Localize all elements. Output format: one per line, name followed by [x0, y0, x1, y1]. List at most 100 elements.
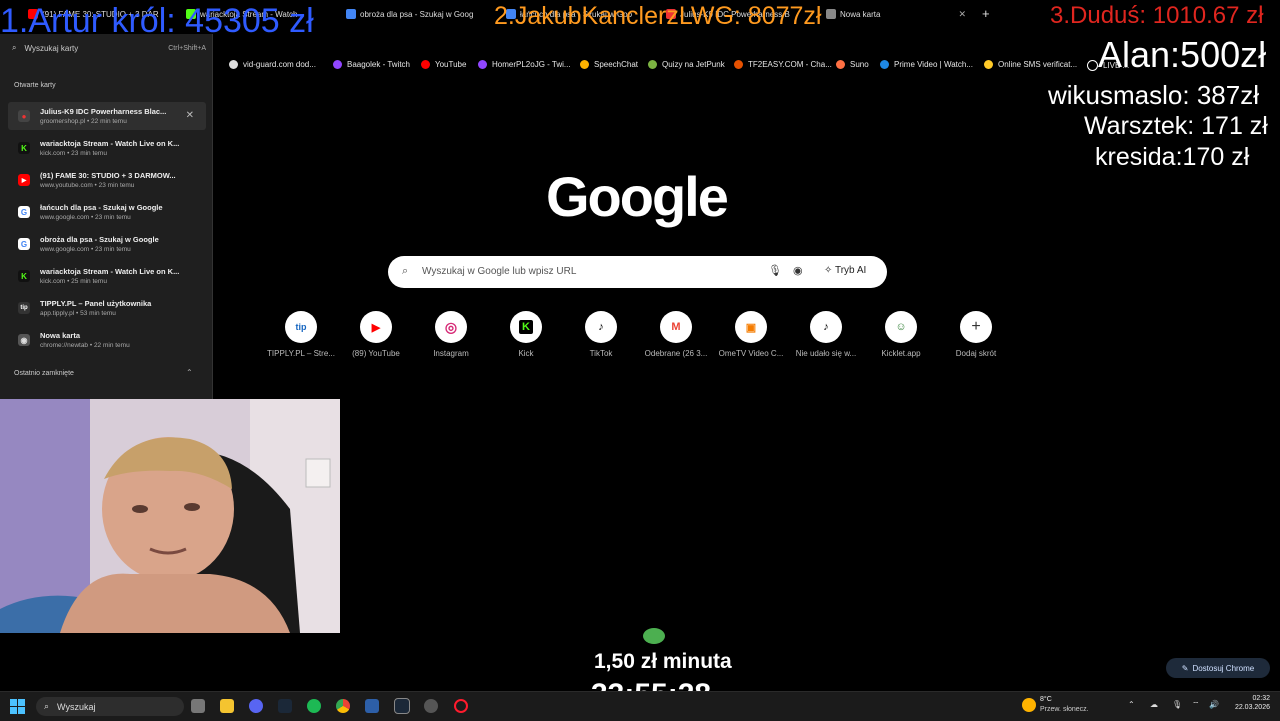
- youtube-icon: ▶: [18, 174, 30, 186]
- shortcut-tile[interactable]: ▣ OmeTV Video C...: [714, 311, 788, 358]
- list-item[interactable]: ▶ (91) FAME 30: STUDIO + 3 DARMOW... www.…: [8, 166, 206, 194]
- tf2-icon: [734, 60, 743, 69]
- shortcut-tile[interactable]: ♪ Nie udało się w...: [789, 311, 863, 358]
- search-icon: ⌕: [12, 43, 17, 52]
- list-item[interactable]: ◉ Nowa karta chrome://newtab • 22 min tem…: [8, 326, 206, 354]
- list-item[interactable]: K wariacktoja Stream - Watch Live on K..…: [8, 134, 206, 162]
- kick-icon: K: [18, 270, 30, 282]
- shortcut-tile[interactable]: ▶ (89) YouTube: [339, 311, 413, 358]
- youtube-icon: [421, 60, 430, 69]
- google-lens-icon[interactable]: ◉: [793, 264, 803, 277]
- top-donor-1: 1.Artur król: 45305 zł: [0, 2, 314, 40]
- search-icon: ⌕: [44, 701, 50, 711]
- recently-closed-header: Ostatnio zamknięte: [14, 370, 74, 377]
- google-search-input[interactable]: ⌕ Wyszukaj w Google lub wpisz URL 🎙 ◉ ✧ …: [388, 256, 887, 288]
- close-tab-icon[interactable]: ✕: [958, 9, 966, 20]
- pencil-icon: ✎: [1181, 663, 1189, 673]
- file-explorer-icon[interactable]: [220, 699, 234, 713]
- shortcut-tile[interactable]: K Kick: [489, 311, 563, 358]
- chevron-up-icon[interactable]: ⌃: [1128, 700, 1135, 709]
- shop-icon: ●: [18, 110, 30, 122]
- shortcut-tile[interactable]: ♪ TikTok: [564, 311, 638, 358]
- frog-emote-icon: [643, 628, 665, 644]
- ai-mode-button[interactable]: ✧ Tryb AI: [824, 265, 866, 276]
- list-item[interactable]: G obroża dla psa - Szukaj w Google www.go…: [8, 230, 206, 258]
- volume-icon[interactable]: 🔊: [1209, 700, 1219, 709]
- chrome-icon[interactable]: [336, 699, 350, 713]
- chevron-up-icon[interactable]: ⌃: [186, 368, 193, 377]
- google-icon: G: [18, 238, 30, 250]
- close-icon[interactable]: ✕: [186, 110, 194, 121]
- opera-icon[interactable]: [454, 699, 468, 713]
- add-shortcut-button[interactable]: + Dodaj skrót: [939, 311, 1013, 358]
- list-item[interactable]: tip TIPPLY.PL – Panel użytkownika app.tip…: [8, 294, 206, 322]
- spotify-icon[interactable]: [307, 699, 321, 713]
- tab-search-input[interactable]: ⌕ Wyszukaj karty Ctrl+Shift+A: [6, 40, 206, 56]
- kick-icon: K: [18, 142, 30, 154]
- twitch-icon: [478, 60, 487, 69]
- windows-start-icon[interactable]: [10, 699, 25, 714]
- search-icon: ⌕: [402, 265, 409, 277]
- bookmark[interactable]: Suno: [836, 60, 869, 69]
- tipply-icon: tip: [285, 311, 317, 343]
- weather-desc: Przew. słonecz.: [1040, 706, 1089, 713]
- shortcut-tile[interactable]: tip TIPPLY.PL – Stre...: [264, 311, 338, 358]
- chrome-icon: [826, 9, 836, 19]
- microphone-icon[interactable]: 🎙: [768, 264, 782, 277]
- ometv-icon: ▣: [735, 311, 767, 343]
- bookmark[interactable]: Online SMS verificat...: [984, 60, 1077, 69]
- kicklet-icon: ☺: [885, 311, 917, 343]
- browser-tab[interactable]: obroża dla psa - Szukaj w Goog: [346, 5, 496, 23]
- google-icon: [346, 9, 356, 19]
- list-item[interactable]: G łańcuch dla psa - Szukaj w Google www.g…: [8, 198, 206, 226]
- list-item[interactable]: K wariacktoja Stream - Watch Live on K..…: [8, 262, 206, 290]
- bookmark[interactable]: Baagolek - Twitch: [333, 60, 410, 69]
- steam-icon[interactable]: [278, 699, 292, 713]
- discord-icon[interactable]: [249, 699, 263, 713]
- suno-icon: [836, 60, 845, 69]
- customize-chrome-button[interactable]: ✎ Dostosuj Chrome: [1166, 658, 1270, 678]
- kick-icon: K: [510, 311, 542, 343]
- list-item[interactable]: ● Julius-K9 IDC Powerharness Blac... groo…: [8, 102, 206, 130]
- youtube-icon: ▶: [360, 311, 392, 343]
- shortcut-tile[interactable]: ☺ Kicklet.app: [864, 311, 938, 358]
- weather-icon: [1022, 698, 1036, 712]
- steam-icon[interactable]: [394, 698, 410, 714]
- cloud-icon[interactable]: ☁: [1150, 700, 1158, 709]
- open-tabs-header: Otwarte karty: [14, 82, 56, 89]
- app-icon[interactable]: [365, 699, 379, 713]
- bookmark[interactable]: SpeechChat: [580, 60, 638, 69]
- bookmark[interactable]: YouTube: [421, 60, 466, 69]
- new-tab-button[interactable]: +: [982, 6, 990, 21]
- tiktok-icon: ♪: [585, 311, 617, 343]
- tipply-icon: tip: [18, 302, 30, 314]
- chat-icon: [580, 60, 589, 69]
- bookmark[interactable]: HomerPL2oJG - Twi...: [478, 60, 571, 69]
- shortcut-tile[interactable]: M Odebrane (26 3...: [639, 311, 713, 358]
- subathon-rate: 1,50 zł minuta: [594, 650, 732, 673]
- google-icon: G: [18, 206, 30, 218]
- clock[interactable]: 02:32 22.03.2026: [1235, 695, 1270, 711]
- recent-donor: kresida:170 zł: [1095, 143, 1250, 171]
- bookmark[interactable]: TF2EASY.COM - Cha...: [734, 60, 832, 69]
- obs-icon[interactable]: [424, 699, 438, 713]
- instagram-icon: ◎: [435, 311, 467, 343]
- microphone-icon[interactable]: 🎙: [1172, 700, 1182, 709]
- webcam-image: [0, 399, 340, 633]
- bookmark[interactable]: vid-guard.com dod...: [229, 60, 316, 69]
- globe-icon: [229, 60, 238, 69]
- chrome-icon: ◉: [18, 334, 30, 346]
- bookmark[interactable]: Quizy na JetPunk: [648, 60, 725, 69]
- task-view-icon[interactable]: [191, 699, 205, 713]
- prime-video-icon: [880, 60, 889, 69]
- tab-search-panel: ⌕ Wyszukaj karty Ctrl+Shift+A Otwarte ka…: [0, 34, 213, 400]
- weather-temp: 8°C: [1040, 696, 1052, 703]
- twitch-icon: [333, 60, 342, 69]
- google-logo: Google: [546, 165, 729, 228]
- wifi-icon[interactable]: ⌔: [1192, 700, 1200, 710]
- jetpunk-icon: [648, 60, 657, 69]
- bookmark[interactable]: Prime Video | Watch...: [880, 60, 973, 69]
- shortcut-tile[interactable]: ◎ Instagram: [414, 311, 488, 358]
- browser-tab-active[interactable]: Nowa karta ✕: [826, 5, 976, 23]
- taskbar-search-input[interactable]: ⌕ Wyszukaj: [36, 697, 184, 716]
